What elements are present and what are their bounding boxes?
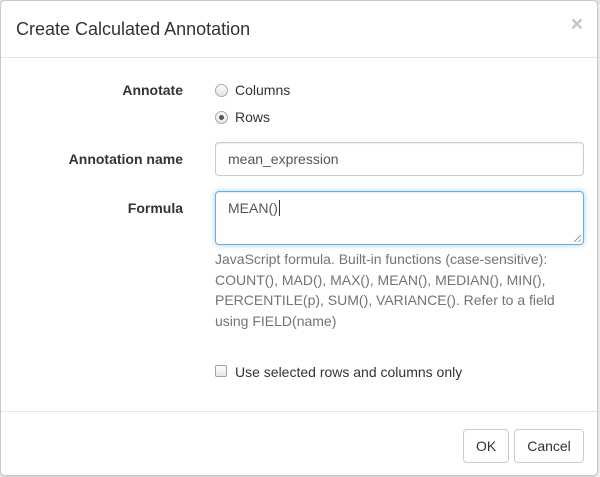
selection-only-label[interactable]: Use selected rows and columns only	[235, 362, 462, 382]
text-caret	[278, 200, 280, 216]
ok-button[interactable]: OK	[463, 429, 509, 463]
radio-rows-label[interactable]: Rows	[235, 107, 270, 127]
create-annotation-dialog: Create Calculated Annotation × Annotate …	[0, 0, 598, 476]
radio-columns-label[interactable]: Columns	[235, 80, 290, 100]
annotation-name-input[interactable]: mean_expression	[215, 142, 584, 176]
radio-unchecked-icon[interactable]	[215, 84, 228, 97]
dialog-title: Create Calculated Annotation	[16, 19, 251, 39]
dialog-footer: OK Cancel	[1, 411, 597, 477]
formula-label: Formula	[127, 200, 183, 216]
formula-help-text: JavaScript formula. Built-in functions (…	[215, 251, 555, 329]
resize-grip-icon[interactable]	[574, 235, 581, 242]
radio-checked-icon[interactable]	[215, 111, 228, 124]
formula-textarea[interactable]: MEAN()	[215, 191, 584, 245]
checkbox-unchecked-icon[interactable]	[215, 365, 227, 377]
annotate-label: Annotate	[122, 82, 183, 98]
close-icon[interactable]: ×	[571, 13, 583, 37]
cancel-button[interactable]: Cancel	[514, 429, 584, 463]
dialog-header: Create Calculated Annotation ×	[1, 1, 597, 58]
formula-value: MEAN()	[228, 200, 278, 216]
annotation-name-label: Annotation name	[68, 151, 183, 167]
